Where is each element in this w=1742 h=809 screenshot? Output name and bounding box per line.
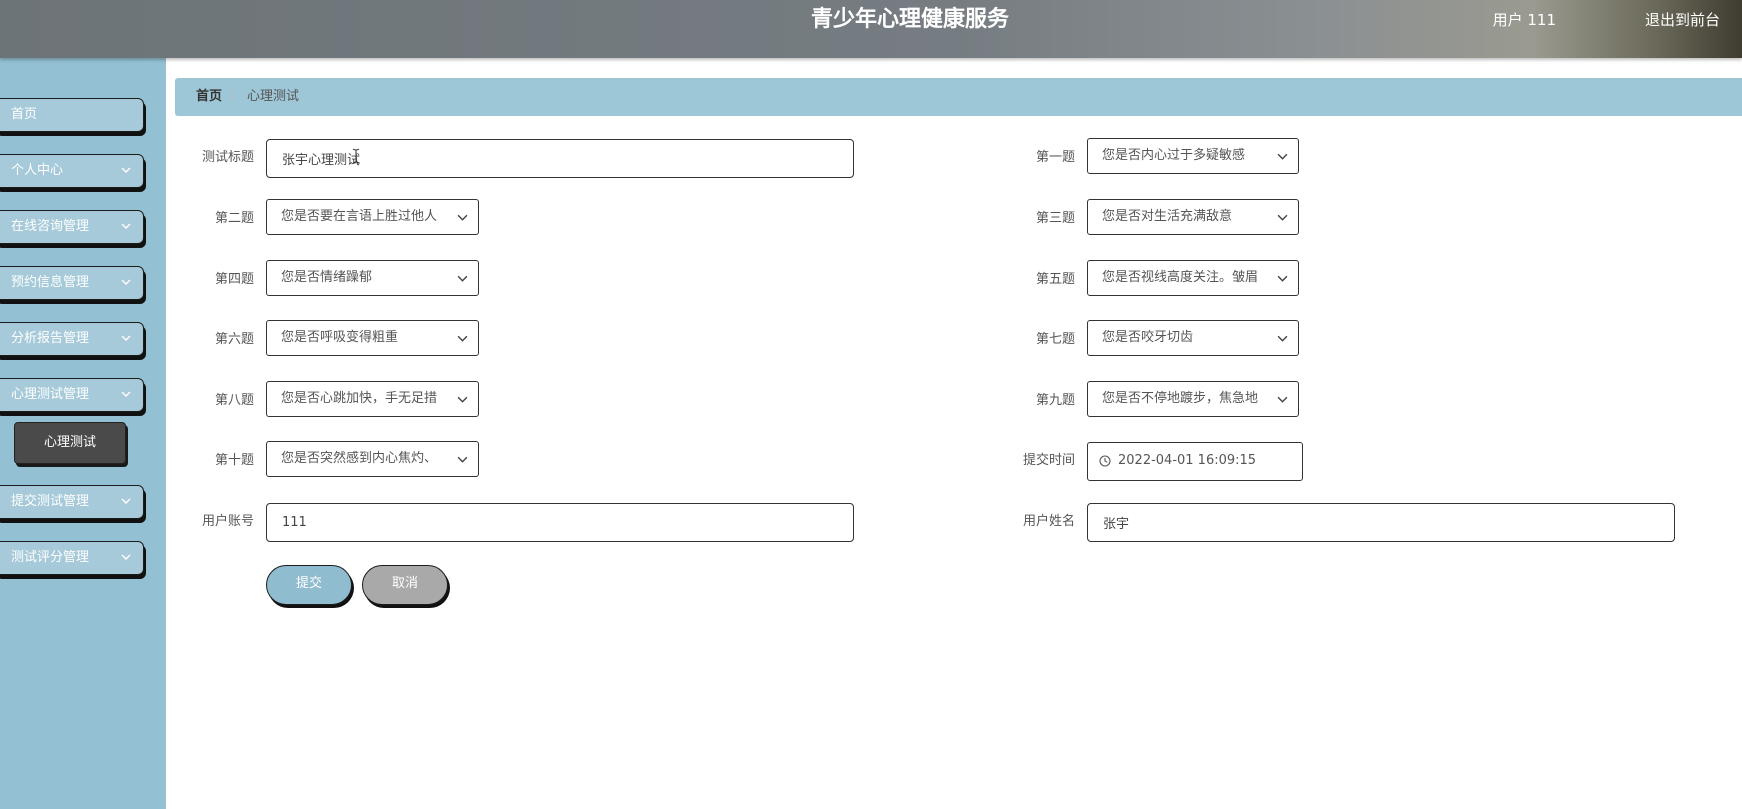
q8-select[interactable]: 您是否心跳加快，手无足措 [266,381,479,417]
account-label: 用户账号 [201,514,254,529]
sidebar-subitem-label: 心理测试 [43,435,96,450]
submit-time-value: 2022-04-01 16:09:15 [1118,453,1257,468]
sidebar-item-label: 心理测试管理 [11,387,90,402]
chevron-down-icon [457,275,468,282]
sidebar-item-online-consult[interactable]: 在线咨询管理 [0,210,144,244]
chevron-down-icon [121,167,131,173]
chevron-down-icon [1277,275,1288,282]
test-title-label: 测试标题 [201,150,254,165]
q7-label: 第七题 [1035,332,1075,347]
submit-time-label: 提交时间 [1022,453,1075,468]
q10-selected-value: 您是否突然感到内心焦灼、 [281,451,438,466]
account-input[interactable] [266,503,854,542]
q10-label: 第十题 [214,453,254,468]
chevron-down-icon [121,279,131,285]
sidebar-item-label: 提交测试管理 [11,494,90,509]
breadcrumb-home[interactable]: 首页 [196,78,222,116]
chevron-down-icon [121,391,131,397]
chevron-down-icon [457,456,468,463]
sidebar-item-analysis-report[interactable]: 分析报告管理 [0,322,144,356]
breadcrumb-separator: / [230,89,235,104]
cancel-button[interactable]: 取消 [362,565,448,605]
q4-selected-value: 您是否情绪躁郁 [281,270,373,285]
sidebar-item-test-scoring[interactable]: 测试评分管理 [0,541,144,575]
q6-select[interactable]: 您是否呼吸变得粗重 [266,320,479,356]
q3-selected-value: 您是否对生活充满敌意 [1102,209,1233,224]
q4-label: 第四题 [214,272,254,287]
text-cursor-icon [352,148,360,164]
sidebar-item-label: 在线咨询管理 [11,219,90,234]
name-input[interactable] [1087,503,1675,542]
app-title: 青少年心理健康服务 [810,7,1009,32]
q1-label: 第一题 [1035,150,1075,165]
chevron-down-icon [121,554,131,560]
chevron-down-icon [457,214,468,221]
chevron-down-icon [457,396,468,403]
sidebar: 首页 个人中心 在线咨询管理 预约信息管理 分析报告管理 心理测试管理 心理测试… [0,58,166,809]
chevron-down-icon [1277,153,1288,160]
top-header: 青少年心理健康服务 用户 111 退出到前台 [0,0,1742,58]
q3-label: 第三题 [1035,211,1075,226]
clock-icon [1099,455,1111,467]
sidebar-subitem-psych-test[interactable]: 心理测试 [14,422,126,464]
submit-button[interactable]: 提交 [266,565,352,605]
sidebar-item-label: 测试评分管理 [11,550,90,565]
q2-selected-value: 您是否要在言语上胜过他人 [281,209,438,224]
q4-select[interactable]: 您是否情绪躁郁 [266,260,479,296]
q2-label: 第二题 [214,211,254,226]
q5-select[interactable]: 您是否视线高度关注。皱眉 [1087,260,1299,296]
chevron-down-icon [1277,214,1288,221]
chevron-down-icon [457,335,468,342]
q9-label: 第九题 [1035,393,1075,408]
q9-select[interactable]: 您是否不停地踱步，焦急地 [1087,381,1299,417]
current-user: 用户 111 [1492,11,1556,29]
q3-select[interactable]: 您是否对生活充满敌意 [1087,199,1299,235]
q5-label: 第五题 [1035,272,1075,287]
sidebar-item-psych-test[interactable]: 心理测试管理 [0,378,144,412]
sidebar-item-appointment[interactable]: 预约信息管理 [0,266,144,300]
sidebar-item-label: 首页 [11,107,38,122]
q1-select[interactable]: 您是否内心过于多疑敏感 [1087,138,1299,174]
q10-select[interactable]: 您是否突然感到内心焦灼、 [266,441,479,477]
breadcrumb: 首页 / 心理测试 [175,78,1742,116]
chevron-down-icon [1277,396,1288,403]
q7-select[interactable]: 您是否咬牙切齿 [1087,320,1299,356]
sidebar-item-label: 个人中心 [11,163,64,178]
q9-selected-value: 您是否不停地踱步，焦急地 [1102,391,1259,406]
sidebar-item-label: 分析报告管理 [11,331,90,346]
sidebar-item-submitted-tests[interactable]: 提交测试管理 [0,485,144,519]
sidebar-item-home[interactable]: 首页 [0,98,144,132]
q7-selected-value: 您是否咬牙切齿 [1102,330,1194,345]
q6-selected-value: 您是否呼吸变得粗重 [281,330,399,345]
q1-selected-value: 您是否内心过于多疑敏感 [1102,148,1246,163]
q8-label: 第八题 [214,393,254,408]
breadcrumb-current: 心理测试 [247,89,300,104]
submit-time-picker[interactable]: 2022-04-01 16:09:15 [1087,442,1303,481]
chevron-down-icon [1277,335,1288,342]
name-label: 用户姓名 [1022,514,1075,529]
chevron-down-icon [121,223,131,229]
q5-selected-value: 您是否视线高度关注。皱眉 [1102,270,1259,285]
sidebar-item-label: 预约信息管理 [11,275,90,290]
chevron-down-icon [121,335,131,341]
exit-to-frontend-link[interactable]: 退出到前台 [1645,0,1720,40]
q6-label: 第六题 [214,332,254,347]
q8-selected-value: 您是否心跳加快，手无足措 [281,391,438,406]
sidebar-item-personal-center[interactable]: 个人中心 [0,154,144,188]
q2-select[interactable]: 您是否要在言语上胜过他人 [266,199,479,235]
chevron-down-icon [121,498,131,504]
